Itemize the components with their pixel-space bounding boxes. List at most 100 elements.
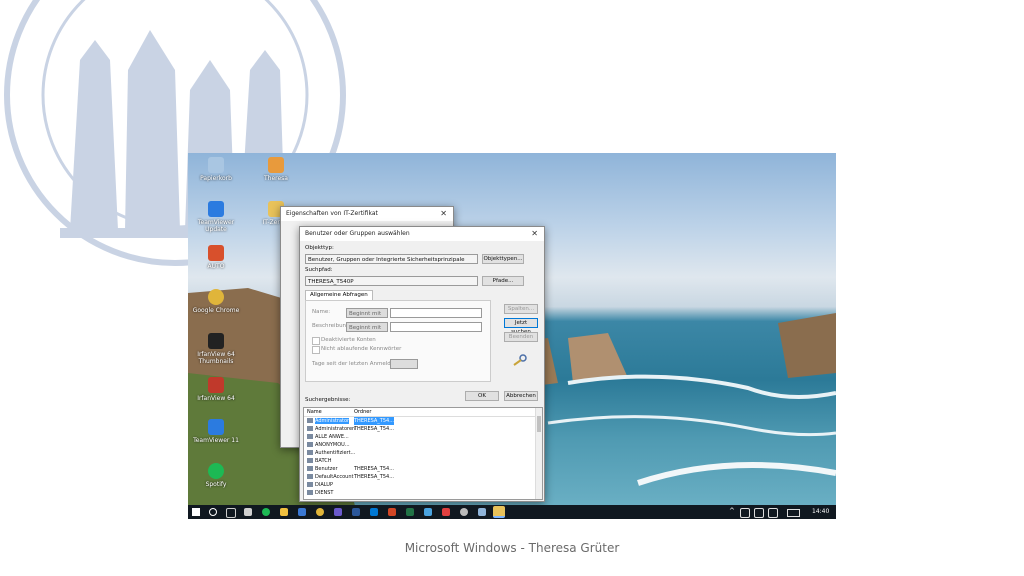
powerpoint-taskbar-icon[interactable] [388,508,396,516]
searchpath-label: Suchpfad: [305,267,333,273]
tray-network-icon[interactable] [740,508,750,518]
close-icon[interactable]: ✕ [440,207,447,221]
dialog-title: Benutzer oder Gruppen auswählen [305,230,410,237]
objecttype-label: Objekttyp: [305,245,334,251]
desktop-icon-label: Spotify [205,481,227,488]
user-group-icon [307,426,313,431]
scrollbar-thumb[interactable] [537,416,541,432]
result-row[interactable]: Administratoren THERESA_T54... [304,425,536,433]
name-mode-select[interactable]: Beginnt mit [346,308,388,318]
settings-taskbar-icon[interactable] [460,508,468,516]
app-taskbar-icon[interactable] [334,508,342,516]
select-users-dialog[interactable]: Benutzer oder Gruppen auswählen ✕ Objekt… [299,226,545,502]
name-input[interactable] [390,308,482,318]
column-name-header[interactable]: Name [307,408,322,416]
store-icon[interactable] [244,508,252,516]
recycle-bin-icon [208,157,224,173]
window-titlebar[interactable]: Eigenschaften von IT-Zertifikat ✕ [281,207,453,221]
result-row[interactable]: DIENST [304,489,536,497]
results-header: Name Ordner [304,408,536,417]
paths-button[interactable]: Pfade... [482,276,524,286]
user-group-icon [307,450,313,455]
search-circle-icon[interactable] [209,508,217,516]
edge-taskbar-icon[interactable] [298,508,306,516]
tab-label: Allgemeine Abfragen [310,292,368,298]
columns-button[interactable]: Spalten... [504,304,538,314]
result-name: DefaultAccount [315,474,354,480]
explorer-taskbar-icon[interactable] [280,508,288,516]
start-button[interactable] [192,508,200,516]
user-group-icon [307,474,313,479]
excel-taskbar-icon[interactable] [406,508,414,516]
description-mode-select[interactable]: Beginnt mit [346,322,388,332]
ok-button[interactable]: OK [465,391,499,401]
search-now-button[interactable]: Jetzt suchen [504,318,538,335]
dialog-titlebar[interactable]: Benutzer oder Gruppen auswählen ✕ [300,227,544,241]
irfanview-icon [208,377,224,393]
result-name: BATCH [315,458,332,464]
result-row[interactable]: DIALUP [304,481,536,489]
control-panel-taskbar-icon[interactable] [478,508,486,516]
result-folder: THERESA_T54... [354,417,394,425]
desktop: Papierkorb Theresa TeamViewer Update IT-… [188,153,836,519]
desktop-icon-auto[interactable]: AUTO [188,245,244,270]
result-name: Authentifiziert... [315,450,356,456]
result-row[interactable]: Benutzer THERESA_T54... [304,465,536,473]
results-scrollbar[interactable] [535,408,542,499]
tray-chevron-icon[interactable]: ^ [729,507,735,515]
word-taskbar-icon[interactable] [352,508,360,516]
desktop-icon-teamviewer[interactable]: TeamViewer 11 [188,419,244,444]
desktop-icon-label: AUTO [207,263,225,270]
cancel-button[interactable]: Abbrechen [504,391,538,401]
desktop-icon-irfanview[interactable]: IrfanView 64 [188,377,244,402]
desktop-icon-recycle-bin[interactable]: Papierkorb [188,157,244,182]
user-folder-icon [268,157,284,173]
result-row[interactable]: Administrator THERESA_T54... [304,417,536,425]
desktop-icon-teamviewer-update[interactable]: TeamViewer Update [188,201,244,233]
desktop-icon-chrome[interactable]: Google Chrome [188,289,244,314]
close-icon[interactable]: ✕ [531,227,538,241]
task-view-icon[interactable] [226,508,236,518]
stop-button[interactable]: Beenden [504,332,538,342]
auto-icon [208,245,224,261]
result-row[interactable]: BATCH [304,457,536,465]
desktop-icon-theresa[interactable]: Theresa [248,157,304,182]
window-title: Eigenschaften von IT-Zertifikat [286,210,378,217]
nonexpiring-checkbox[interactable] [312,346,320,354]
tray-volume-icon[interactable] [754,508,764,518]
results-list[interactable]: Name Ordner Administrator THERESA_T54... A… [303,407,543,500]
photos-taskbar-icon[interactable] [424,508,432,516]
result-name: DIENST [315,490,334,496]
result-row[interactable]: ALLE ANWE... [304,433,536,441]
result-row[interactable]: Authentifiziert... [304,449,536,457]
chrome-taskbar-icon[interactable] [316,508,324,516]
result-folder: THERESA_T54... [354,426,394,432]
disabled-accounts-label: Deaktivierte Konten [321,337,376,343]
desktop-icon-irfanview-thumbnails[interactable]: IrfanView 64 Thumbnails [188,333,244,365]
taskbar-clock[interactable]: 14:40 [812,508,829,515]
tray-battery-icon[interactable] [768,508,778,518]
outlook-taskbar-icon[interactable] [370,508,378,516]
certificate-folder-taskbar-icon[interactable] [493,506,505,518]
tab-general-queries[interactable]: Allgemeine Abfragen [305,290,373,300]
desktop-icon-label: Google Chrome [192,307,240,314]
spotify-taskbar-icon[interactable] [262,508,270,516]
tray-keyboard-icon[interactable] [787,509,800,517]
user-group-icon [307,434,313,439]
column-folder-header[interactable]: Ordner [354,408,371,416]
user-group-icon [307,482,313,487]
user-group-icon [307,442,313,447]
objecttypes-button[interactable]: Objekttypen... [482,254,524,264]
result-name: ALLE ANWE... [315,434,349,440]
result-row[interactable]: DefaultAccount THERESA_T54... [304,473,536,481]
desktop-icon-spotify[interactable]: Spotify [188,463,244,488]
teamviewer-icon [208,419,224,435]
acrobat-taskbar-icon[interactable] [442,508,450,516]
name-label: Name: [312,309,331,315]
days-select[interactable] [390,359,418,369]
description-input[interactable] [390,322,482,332]
results-label: Suchergebnisse: [305,397,351,403]
result-row[interactable]: ANONYMOU... [304,441,536,449]
result-folder: THERESA_T54... [354,466,394,472]
disabled-accounts-checkbox[interactable] [312,337,320,345]
